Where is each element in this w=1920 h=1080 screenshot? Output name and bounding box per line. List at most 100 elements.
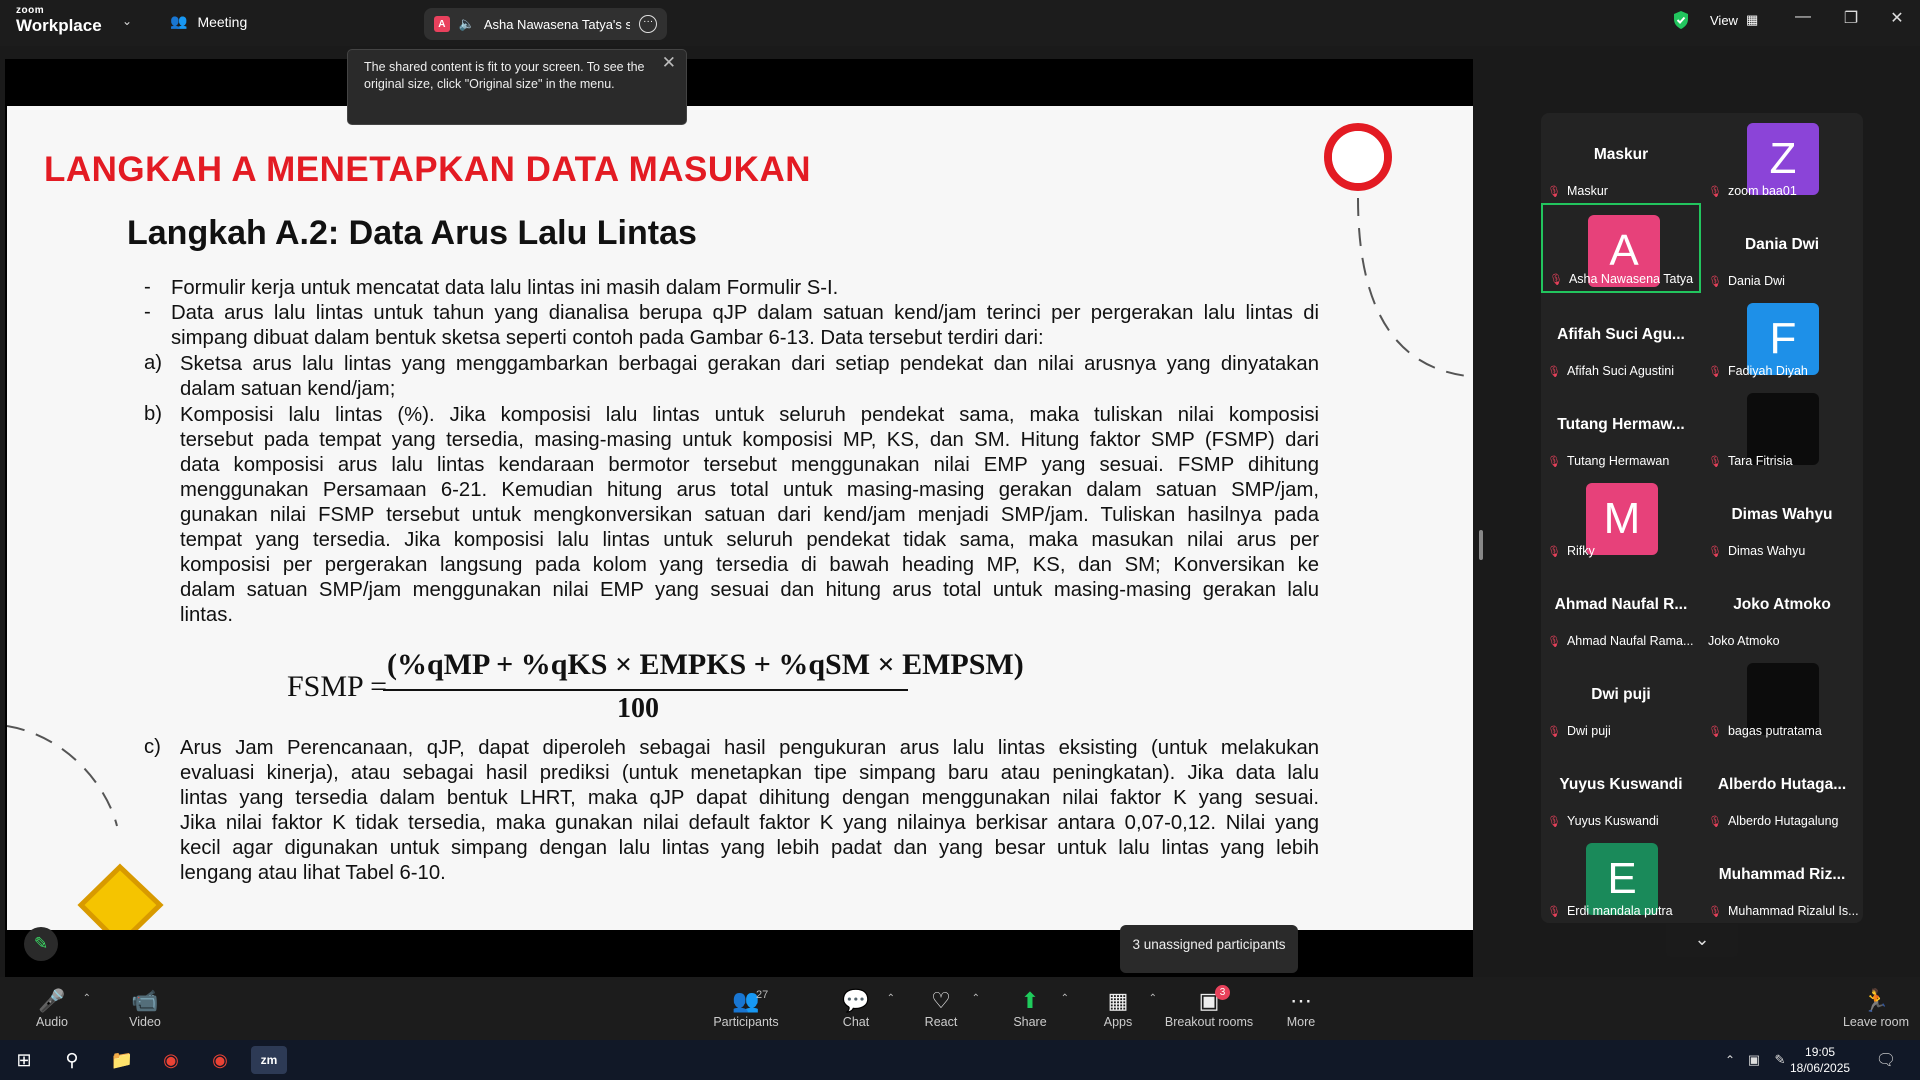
participant-tile-active-speaker[interactable]: A 🎙 Asha Nawasena Tatya (1541, 203, 1701, 293)
participant-display-name: Tutang Hermaw... (1557, 416, 1685, 433)
item-text: Jika nilai faktor K tidak tersedia, maka… (180, 812, 1319, 834)
participant-name: Dania Dwi (1727, 274, 1785, 288)
mic-muted-icon: 🎙 (1547, 455, 1561, 468)
apps-button[interactable]: ▦ Apps ⌃ (1083, 987, 1157, 1029)
chrome-profile-icon[interactable]: ◉ (202, 1046, 238, 1074)
zoom-app-icon[interactable]: zm (251, 1046, 287, 1074)
participant-display-name: Dania Dwi (1744, 236, 1820, 253)
participant-tile[interactable]: Ahmad Naufal R... 🎙 Ahmad Naufal Rama... (1541, 563, 1701, 653)
chevron-up-icon[interactable]: ⌃ (887, 993, 895, 1004)
mic-muted-icon: 🎙 (1549, 273, 1563, 286)
participant-tile[interactable]: E 🎙 Erdi mandala putra (1541, 833, 1701, 923)
chat-icon: 💬 (842, 988, 870, 1013)
item-marker: a) (144, 352, 163, 374)
participant-tile[interactable]: Tutang Hermaw... 🎙 Tutang Hermawan (1541, 383, 1701, 473)
participant-tile[interactable]: 🎙 bagas putratama (1702, 653, 1862, 743)
mic-muted-icon: 🎙 (1708, 725, 1722, 738)
participant-tile[interactable]: Z 🎙 zoom baa01 (1702, 113, 1862, 203)
breakout-badge: 3 (1215, 985, 1230, 1000)
shared-screen-label: Asha Nawasena Tatya's screen (483, 16, 631, 32)
chevron-up-icon[interactable]: ⌃ (1149, 993, 1157, 1004)
speaker-icon: 🔈 (458, 16, 475, 31)
fit-to-screen-tooltip: The shared content is fit to your screen… (347, 49, 687, 125)
splitter-handle[interactable] (1479, 530, 1483, 560)
participant-tile[interactable]: Alberdo Hutaga... 🎙 Alberdo Hutagalung (1702, 743, 1862, 833)
title-bar: zoom Workplace ⌄ 👥 Meeting A 🔈 Asha Nawa… (0, 0, 1920, 46)
security-shield-icon[interactable] (1672, 10, 1690, 30)
participant-tile[interactable]: Joko Atmoko Joko Atmoko (1702, 563, 1862, 653)
mic-muted-icon: 🎙 (1708, 185, 1722, 198)
chevron-up-icon[interactable]: ⌃ (1061, 993, 1069, 1004)
participant-tile[interactable]: Afifah Suci Agu... 🎙 Afifah Suci Agustini (1541, 293, 1701, 383)
react-button[interactable]: ♡ React ⌃ (906, 987, 980, 1029)
mic-muted-icon: 🎙 (1708, 275, 1722, 288)
participant-name: zoom baa01 (1727, 184, 1797, 198)
leave-room-button[interactable]: 🏃 Leave room (1836, 987, 1916, 1029)
participant-name: Asha Nawasena Tatya (1568, 272, 1694, 286)
windows-start-icon[interactable]: ⊞ (6, 1046, 42, 1074)
audio-label: Audio (36, 1015, 68, 1029)
item-text: kecil agar digunakan untuk simpang denga… (180, 837, 1319, 859)
participant-display-name: Yuyus Kuswandi (1559, 776, 1683, 793)
participant-name: Rifky (1566, 544, 1595, 558)
react-label: React (924, 1015, 958, 1029)
more-button[interactable]: ⋯ More (1266, 987, 1336, 1029)
annotate-pen-icon[interactable]: ✎ (24, 927, 58, 961)
close-icon[interactable]: ✕ (1882, 8, 1912, 28)
brand-bottom: Workplace (16, 16, 102, 35)
notification-icon[interactable]: 🗨 (1868, 1046, 1904, 1074)
participant-tile[interactable]: Dania Dwi 🎙 Dania Dwi (1702, 203, 1862, 293)
video-button[interactable]: 📹 Video (110, 987, 180, 1029)
fraction-bar (383, 689, 908, 691)
microphone-icon: 🎤 (38, 988, 66, 1013)
mic-muted-icon: 🎙 (1708, 455, 1722, 468)
restore-icon[interactable]: ❐ (1836, 8, 1866, 28)
view-button[interactable]: View ▦ (1710, 12, 1758, 28)
participant-tile[interactable]: Dwi puji 🎙 Dwi puji (1541, 653, 1701, 743)
participant-tile[interactable]: 🎙 Tara Fitrisia (1702, 383, 1862, 473)
participants-button[interactable]: 👥 27 Participants (710, 987, 782, 1029)
search-icon[interactable]: ⚲ (54, 1046, 90, 1074)
chrome-icon[interactable]: ◉ (153, 1046, 189, 1074)
participants-count: 27 (756, 989, 769, 1001)
chevron-up-icon[interactable]: ⌃ (83, 993, 91, 1004)
minimize-icon[interactable]: — (1788, 8, 1818, 26)
breakout-label: Breakout rooms (1164, 1015, 1254, 1029)
audio-button[interactable]: 🎤 Audio ⌃ (17, 987, 91, 1029)
item-text: tersebut pada tempat yang tersedia, masi… (180, 429, 1319, 451)
file-explorer-icon[interactable]: 📁 (104, 1046, 140, 1074)
apps-label: Apps (1103, 1015, 1133, 1029)
participant-display-name: Alberdo Hutaga... (1717, 776, 1847, 793)
chat-label: Chat (842, 1015, 870, 1029)
participant-name: Erdi mandala putra (1566, 904, 1673, 918)
chevron-up-icon[interactable]: ⌃ (972, 993, 980, 1004)
item-text: menggunakan Persamaan 6-21. Kemudian hit… (180, 479, 1319, 501)
share-button[interactable]: ⬆ Share ⌃ (995, 987, 1069, 1029)
shared-screen-tab[interactable]: A 🔈 Asha Nawasena Tatya's screen ··· (424, 8, 667, 40)
presentation-slide: LANGKAH A MENETAPKAN DATA MASUKAN Langka… (7, 106, 1473, 930)
participant-tile[interactable]: Dimas Wahyu 🎙 Dimas Wahyu (1702, 473, 1862, 563)
participant-tile[interactable]: Yuyus Kuswandi 🎙 Yuyus Kuswandi (1541, 743, 1701, 833)
view-label: View (1710, 12, 1738, 28)
breakout-rooms-button[interactable]: ▣ 3 Breakout rooms (1163, 985, 1255, 1029)
item-text: dalam satuan SMP/jam menggunakan nilai E… (180, 579, 1319, 601)
participant-tile[interactable]: F 🎙 Fadiyah Diyah (1702, 293, 1862, 383)
close-icon[interactable]: ✕ (662, 54, 676, 71)
windows-taskbar: ⊞ ⚲ 📁 ◉ ◉ zm ⌃ ▣ ✎ 19:05 18/06/2025 🗨 (0, 1040, 1920, 1080)
item-text: lengang atau lihat Tabel 6-10. (180, 862, 446, 884)
more-options-icon[interactable]: ··· (639, 15, 657, 33)
chevron-down-icon[interactable]: ⌄ (122, 14, 132, 28)
participant-name: Alberdo Hutagalung (1727, 814, 1839, 828)
participant-name: Ahmad Naufal Rama... (1566, 634, 1694, 648)
participant-tile[interactable]: Maskur 🎙 Maskur (1541, 113, 1701, 203)
meeting-menu-button[interactable]: 👥 Meeting (170, 13, 247, 30)
participant-tile[interactable]: Muhammad Riz... 🎙 Muhammad Rizalul Is... (1702, 833, 1862, 923)
mic-muted-icon: 🎙 (1547, 365, 1561, 378)
chat-button[interactable]: 💬 Chat ⌃ (821, 987, 895, 1029)
system-clock[interactable]: 19:05 18/06/2025 (1790, 1044, 1850, 1076)
chevron-down-icon[interactable]: ⌄ (1666, 924, 1738, 957)
participant-display-name: Ahmad Naufal R... (1554, 596, 1688, 613)
participant-tile[interactable]: M 🎙 Rifky (1541, 473, 1701, 563)
participant-name: Muhammad Rizalul Is... (1727, 904, 1858, 918)
grid-icon: ▦ (1745, 12, 1759, 27)
